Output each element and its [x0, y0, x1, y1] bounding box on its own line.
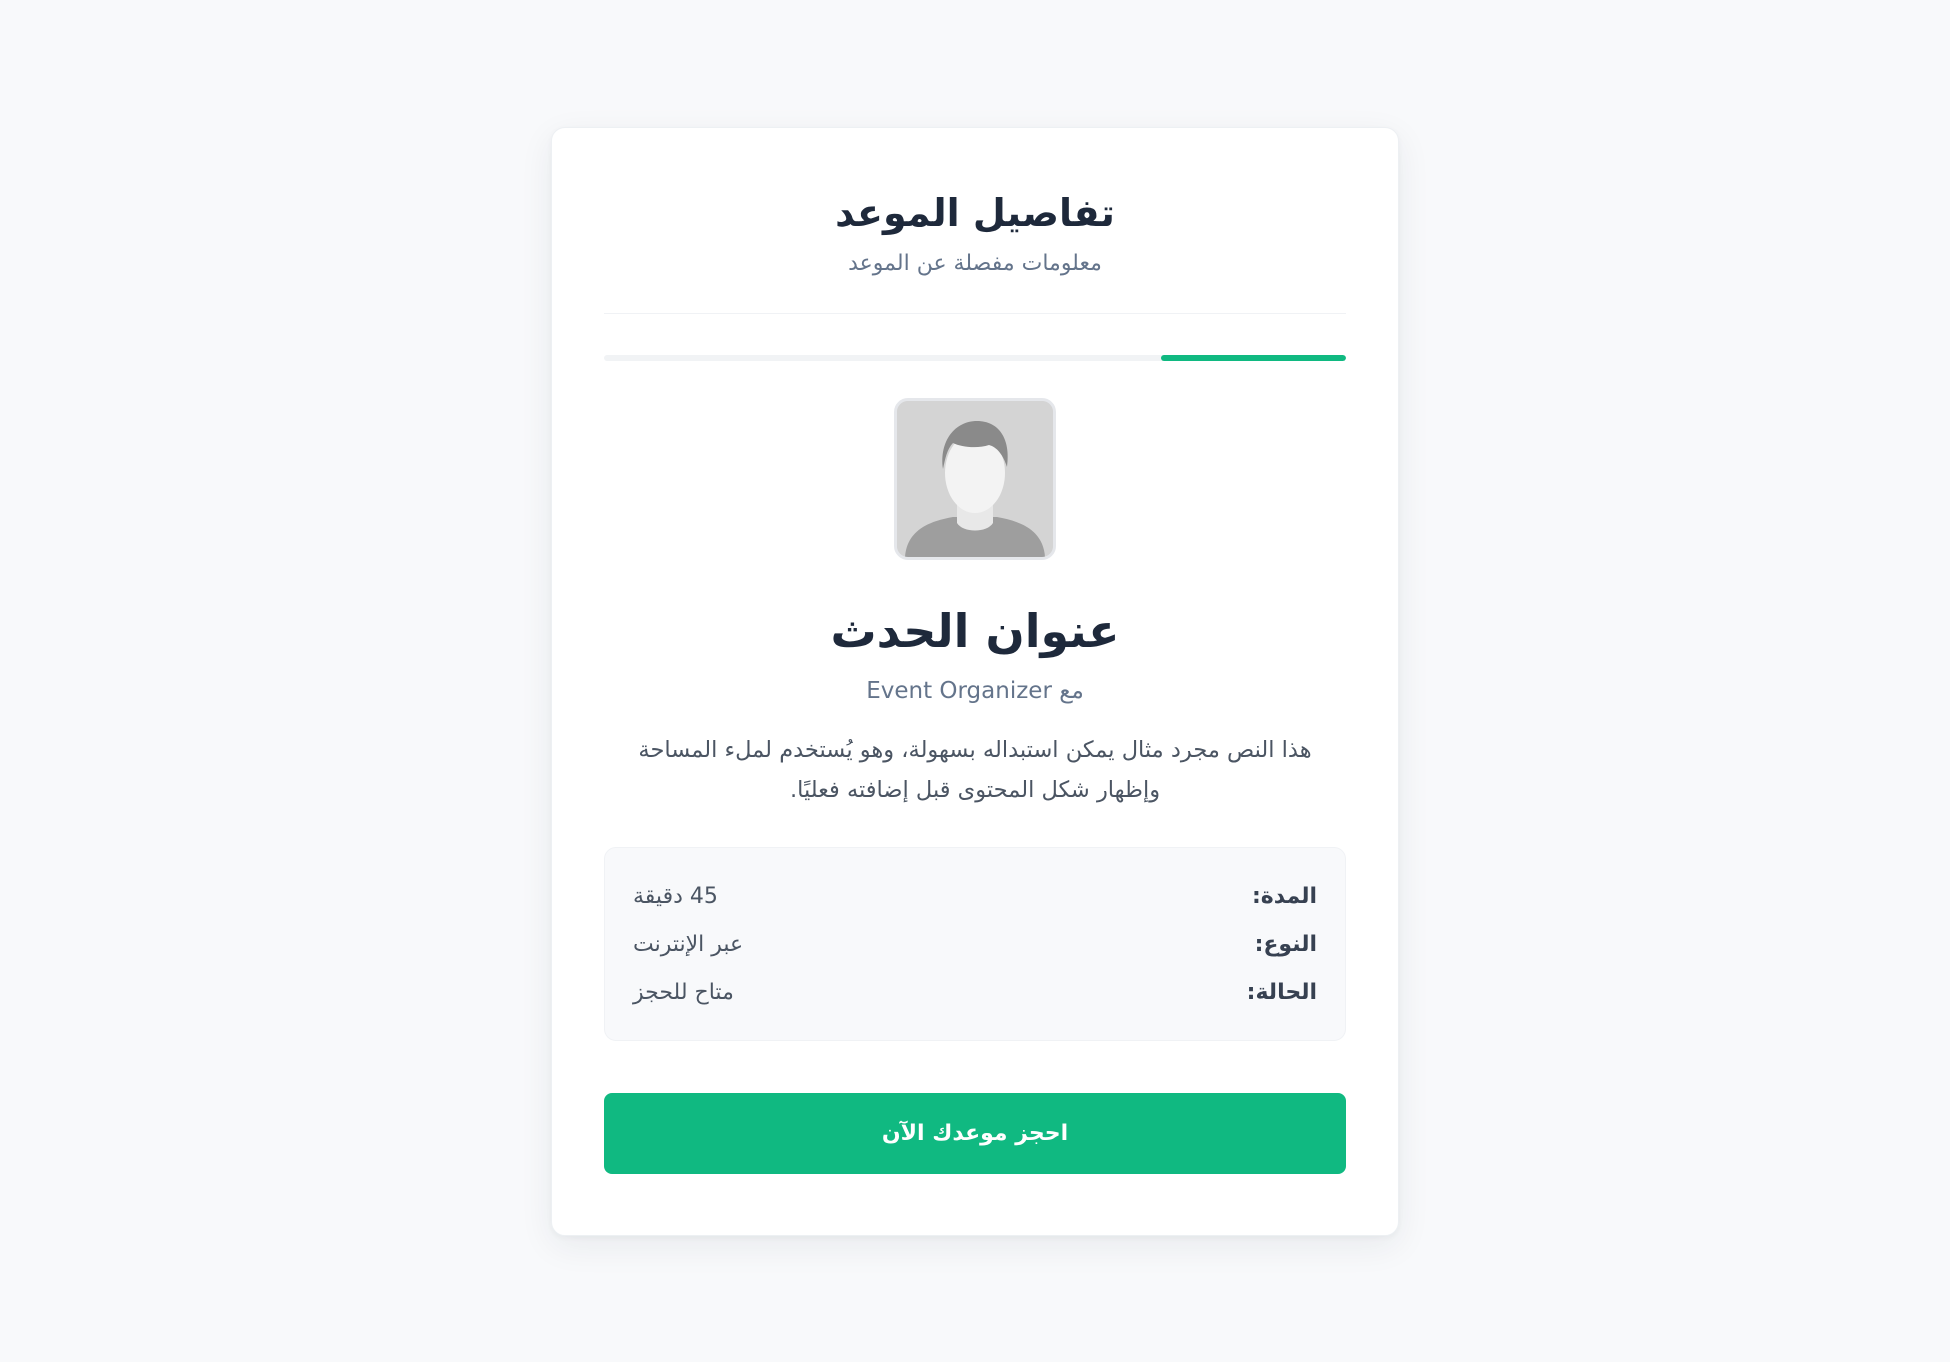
detail-label: النوع: [1254, 931, 1317, 957]
detail-label: المدة: [1251, 883, 1317, 909]
detail-value: عبر الإنترنت [633, 931, 744, 957]
appointment-card: تفاصيل الموعد معلومات مفصلة عن الموعد عن… [551, 127, 1399, 1236]
event-description: هذا النص مجرد مثال يمكن استبداله بسهولة،… [638, 737, 1312, 803]
page-title: تفاصيل الموعد [835, 191, 1115, 235]
card-header: تفاصيل الموعد معلومات مفصلة عن الموعد [604, 128, 1346, 314]
details-box: المدة: 45 دقيقة النوع: عبر الإنترنت الحا… [604, 847, 1346, 1041]
detail-row-status: الحالة: متاح للحجز [633, 968, 1317, 1016]
event-title: عنوان الحدث [830, 604, 1120, 658]
page-subtitle: معلومات مفصلة عن الموعد [848, 251, 1102, 276]
detail-row-type: النوع: عبر الإنترنت [633, 920, 1317, 968]
event-organizer: مع Event Organizer [866, 678, 1084, 704]
detail-value: 45 دقيقة [633, 883, 718, 909]
detail-value: متاح للحجز [633, 979, 734, 1005]
progress-bar [604, 355, 1346, 361]
progress-fill [1160, 355, 1346, 361]
avatar [894, 398, 1056, 560]
detail-label: الحالة: [1246, 979, 1317, 1005]
book-appointment-button[interactable]: احجز موعدك الآن [604, 1093, 1346, 1174]
user-avatar-placeholder-icon [897, 401, 1053, 557]
detail-row-duration: المدة: 45 دقيقة [633, 872, 1317, 920]
